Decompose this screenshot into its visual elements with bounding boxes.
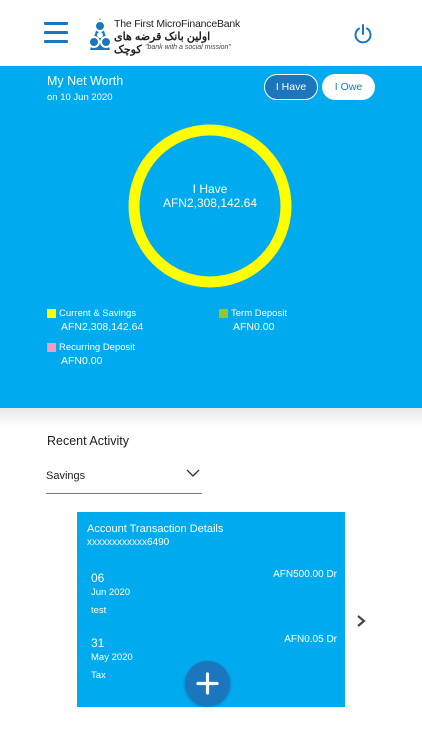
transaction-description: Tax <box>91 670 106 681</box>
transaction-amount: AFN500.00 Dr <box>273 569 337 580</box>
transaction-day: 31 <box>91 636 105 650</box>
net-worth-panel: My Net Worth on 10 Jun 2020 I Have I Owe… <box>0 66 422 408</box>
dropdown-selected-value: Savings <box>46 470 86 482</box>
account-type-dropdown[interactable]: Savings <box>46 462 202 494</box>
power-icon[interactable] <box>352 23 374 45</box>
hamburger-icon[interactable] <box>44 22 68 44</box>
account-number: xxxxxxxxxxxx6490 <box>87 537 170 548</box>
chevron-right-icon[interactable] <box>355 614 367 628</box>
brand-name-english: The First MicroFinanceBank <box>114 18 241 30</box>
chevron-down-icon <box>186 469 200 477</box>
legend-label: Recurring Deposit <box>59 342 136 353</box>
app-header: The First MicroFinanceBank اولین بانک قر… <box>0 0 422 66</box>
ring-label: I Have <box>192 182 228 196</box>
transaction-day: 06 <box>91 571 105 585</box>
card-title: Account Transaction Details <box>87 523 224 535</box>
transaction-month: May 2020 <box>91 652 133 663</box>
brand-name-persian: اولین بانک قرضه های کوچک <box>114 31 211 56</box>
legend-swatch <box>47 343 56 352</box>
legend-label: Current & Savings <box>59 308 137 319</box>
add-button[interactable] <box>185 661 230 706</box>
legend-label: Term Deposit <box>231 308 287 319</box>
net-worth-date: on 10 Jun 2020 <box>47 92 113 103</box>
brand-tagline: "bank with a social mission" <box>145 44 231 51</box>
i-have-toggle[interactable]: I Have <box>264 74 318 100</box>
plus-icon <box>196 672 219 695</box>
recent-activity-title: Recent Activity <box>47 434 129 448</box>
transaction-description: test <box>91 605 107 616</box>
i-owe-toggle[interactable]: I Owe <box>322 74 375 100</box>
ring-total-value: AFN2,308,142.64 <box>162 196 258 210</box>
transaction-amount: AFN0.05 Dr <box>284 634 337 645</box>
transaction-month: Jun 2020 <box>91 587 131 598</box>
section-divider <box>0 408 422 426</box>
legend-value: AFN0.00 <box>61 355 103 367</box>
legend-swatch <box>219 309 228 318</box>
legend-value: AFN0.00 <box>233 321 275 333</box>
legend-swatch <box>47 309 56 318</box>
net-worth-title: My Net Worth <box>47 74 124 88</box>
legend-value: AFN2,308,142.64 <box>61 321 144 333</box>
